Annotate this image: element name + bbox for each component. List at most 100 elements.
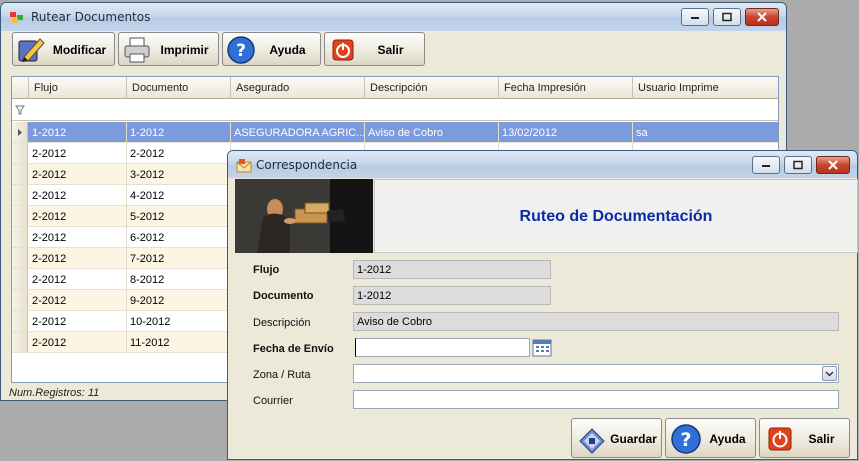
table-cell[interactable]: 7-2012 [127, 248, 231, 269]
main-titlebar[interactable]: Rutear Documentos [1, 3, 786, 31]
help-icon: ? [671, 424, 701, 454]
table-cell[interactable]: 2-2012 [29, 269, 127, 290]
power-icon [768, 427, 792, 451]
table-cell[interactable]: 2-2012 [29, 227, 127, 248]
table-cell[interactable]: 13/02/2012 [499, 122, 633, 143]
table-cell[interactable]: 11-2012 [127, 332, 231, 353]
row-header[interactable] [12, 206, 28, 226]
table-cell[interactable]: 5-2012 [127, 206, 231, 227]
row-header[interactable] [12, 122, 28, 142]
column-header-asegurado[interactable]: Asegurado [231, 77, 365, 99]
guardar-button[interactable]: Guardar [571, 418, 662, 458]
correspondencia-dialog: Correspondencia Ruteo de Documentación F… [227, 150, 858, 460]
close-icon [757, 12, 767, 22]
row-header[interactable] [12, 332, 28, 352]
descripcion-label: Descripción [253, 317, 311, 329]
salir-button[interactable]: Salir [324, 32, 425, 66]
zona-ruta-select[interactable] [353, 364, 839, 383]
minimize-icon [762, 165, 770, 167]
fecha-envio-label: Fecha de Envío [253, 343, 334, 355]
table-cell[interactable]: ASEGURADORA AGRIC... [231, 122, 365, 143]
help-icon: ? [227, 36, 255, 64]
table-cell[interactable]: 8-2012 [127, 269, 231, 290]
table-cell[interactable]: 2-2012 [29, 143, 127, 164]
flujo-label: Flujo [253, 264, 280, 276]
current-row-arrow-icon [18, 129, 22, 136]
maximize-icon [793, 160, 803, 170]
close-icon [828, 160, 838, 170]
column-header-documento[interactable]: Documento [127, 77, 231, 99]
fecha-envio-input[interactable] [355, 338, 530, 357]
maximize-icon [722, 12, 732, 22]
salir-label: Salir [377, 43, 404, 57]
courrier-label: Courrier [253, 395, 293, 407]
ayuda-button[interactable]: ? Ayuda [222, 32, 321, 66]
table-cell[interactable]: 6-2012 [127, 227, 231, 248]
modificar-label: Modificar [52, 43, 107, 57]
courrier-input[interactable] [353, 390, 839, 409]
dialog-titlebar[interactable]: Correspondencia [228, 151, 857, 178]
table-cell[interactable]: 4-2012 [127, 185, 231, 206]
calendar-icon[interactable] [532, 338, 552, 357]
table-cell[interactable]: 1-2012 [127, 122, 231, 143]
table-cell[interactable]: 2-2012 [29, 311, 127, 332]
chevron-down-icon [825, 371, 834, 377]
table-cell[interactable]: 10-2012 [127, 311, 231, 332]
dialog-close-button[interactable] [816, 156, 850, 174]
row-header[interactable] [12, 143, 28, 163]
table-cell[interactable]: sa [633, 122, 778, 143]
zona-ruta-dropdown-button[interactable] [822, 366, 837, 381]
close-button[interactable] [745, 8, 779, 26]
dialog-title: Correspondencia [256, 158, 358, 172]
row-header[interactable] [12, 269, 28, 289]
svg-text:?: ? [680, 429, 691, 451]
row-header[interactable] [12, 185, 28, 205]
filter-row[interactable] [12, 99, 778, 121]
dialog-maximize-button[interactable] [784, 156, 812, 174]
dialog-ayuda-button[interactable]: ? Ayuda [665, 418, 756, 458]
column-header-usuario-imprime[interactable]: Usuario Imprime [633, 77, 778, 99]
svg-text:?: ? [236, 41, 246, 61]
dialog-minimize-button[interactable] [752, 156, 780, 174]
zona-ruta-label: Zona / Ruta [253, 369, 311, 381]
documento-label: Documento [253, 290, 314, 302]
record-count: Num.Registros: 11 [9, 387, 100, 399]
table-cell[interactable]: 2-2012 [29, 185, 127, 206]
table-cell[interactable]: 2-2012 [127, 143, 231, 164]
edit-icon [18, 38, 45, 62]
dialog-salir-label: Salir [808, 432, 835, 446]
maximize-button[interactable] [713, 8, 741, 26]
table-cell[interactable]: 2-2012 [29, 290, 127, 311]
dialog-salir-button[interactable]: Salir [759, 418, 850, 458]
app-icon [10, 12, 23, 23]
column-header-flujo[interactable]: Flujo [29, 77, 127, 99]
row-header[interactable] [12, 248, 28, 268]
row-header[interactable] [12, 227, 28, 247]
table-cell[interactable]: Aviso de Cobro [365, 122, 499, 143]
main-window-title: Rutear Documentos [31, 10, 151, 24]
minimize-icon [691, 17, 699, 19]
table-cell[interactable]: 1-2012 [29, 122, 127, 143]
column-header-descripcion[interactable]: Descripción [365, 77, 499, 99]
table-cell[interactable]: 2-2012 [29, 206, 127, 227]
modificar-button[interactable]: Modificar [12, 32, 115, 66]
table-cell[interactable]: 9-2012 [127, 290, 231, 311]
imprimir-button[interactable]: Imprimir [118, 32, 219, 66]
dialog-header-banner: Ruteo de Documentación [374, 179, 858, 253]
table-cell[interactable]: 2-2012 [29, 164, 127, 185]
column-header-fecha-impresion[interactable]: Fecha Impresión [499, 77, 633, 99]
row-header[interactable] [12, 290, 28, 310]
table-row[interactable]: 1-2012 1-2012 ASEGURADORA AGRIC... Aviso de… [12, 122, 778, 143]
filter-icon[interactable] [15, 105, 25, 115]
table-cell[interactable]: 3-2012 [127, 164, 231, 185]
guardar-label: Guardar [610, 432, 657, 446]
save-icon [579, 428, 605, 454]
row-header[interactable] [12, 164, 28, 184]
table-cell[interactable]: 2-2012 [29, 248, 127, 269]
minimize-button[interactable] [681, 8, 709, 26]
printer-icon [124, 37, 150, 63]
power-icon [332, 39, 354, 61]
row-header[interactable] [12, 311, 28, 331]
grid-header: Flujo Documento Asegurado Descripción Fe… [12, 77, 778, 99]
table-cell[interactable]: 2-2012 [29, 332, 127, 353]
